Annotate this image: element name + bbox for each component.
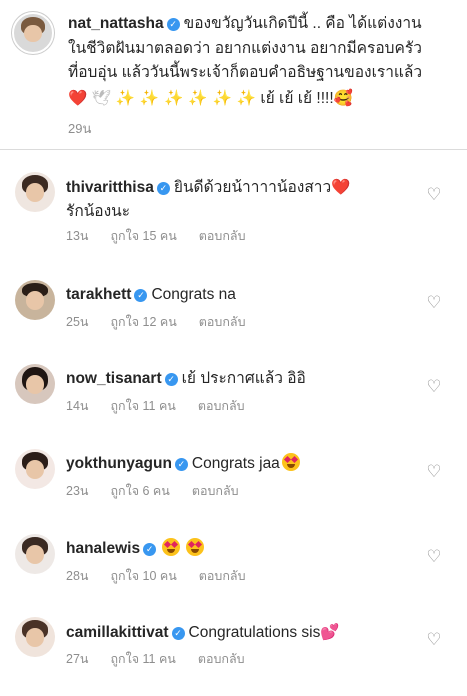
like-heart-icon[interactable]: ♡ <box>425 463 443 481</box>
comment-item: yokthunyagun ✓ Congrats jaa 23น ถูกใจ 6 คน ต… <box>0 449 467 539</box>
comment-avatar[interactable] <box>15 172 55 212</box>
heart-eyes-emoji-icon <box>186 538 205 556</box>
like-heart-icon[interactable]: ♡ <box>425 294 443 312</box>
comment-body-line-2: รักน้องนะ <box>66 203 131 220</box>
comment-likes[interactable]: ถูกใจ 11 คน <box>110 399 175 413</box>
comment-text: thivaritthisa ✓ ยินดีด้วยน้าาาาน้องสาว❤️ ร… <box>66 175 406 224</box>
comment-body: ยินดีด้วยน้าาาาน้องสาว <box>173 179 332 196</box>
like-heart-icon[interactable]: ♡ <box>425 631 443 649</box>
comment-time: 13น <box>66 229 89 243</box>
red-heart-emoji-icon: ❤️ <box>68 88 88 107</box>
comment-avatar[interactable] <box>15 534 55 574</box>
heart-eyes-emoji-icon <box>281 453 300 471</box>
comment-avatar[interactable] <box>15 280 55 320</box>
reply-button[interactable]: ตอบกลับ <box>199 569 246 583</box>
comment-meta: 14น ถูกใจ 11 คน ตอบกลับ <box>66 396 267 416</box>
comment-item: hanalewis ✓ 28น ถูกใจ 10 คน ตอบกลับ ♡ <box>0 534 467 624</box>
comment-meta: 13น ถูกใจ 15 คน ตอบกลับ <box>66 226 268 246</box>
sparkles-emoji-icon: ✨ ✨ ✨ ✨ ✨ ✨ <box>115 88 257 107</box>
comment-item: tarakhett ✓ Congrats na 25น ถูกใจ 12 คน ตอบก… <box>0 280 467 370</box>
comment-likes[interactable]: ถูกใจ 10 คน <box>110 569 176 583</box>
comment-body: Congrats na <box>151 286 236 303</box>
comment-likes[interactable]: ถูกใจ 6 คน <box>110 484 169 498</box>
verified-badge-icon: ✓ <box>174 458 188 471</box>
caption-line-3: ที่อบอุ่น แล้ววันนี้พระเจ้าก็ตอบคำอธิษฐา… <box>68 64 423 81</box>
comment-avatar[interactable] <box>15 617 55 657</box>
comment-item: thivaritthisa ✓ ยินดีด้วยน้าาาาน้องสาว❤️ ร… <box>0 172 467 262</box>
comment-time: 28น <box>66 569 89 583</box>
comment-likes[interactable]: ถูกใจ 11 คน <box>110 652 175 666</box>
comment-username[interactable]: thivaritthisa <box>66 179 154 196</box>
caption-avatar[interactable] <box>12 12 54 54</box>
caption-timestamp: 29น <box>68 121 92 136</box>
verified-badge-icon: ✓ <box>143 543 157 556</box>
reply-button[interactable]: ตอบกลับ <box>199 229 246 243</box>
reply-button[interactable]: ตอบกลับ <box>198 652 245 666</box>
comment-username[interactable]: camillakittivat <box>66 624 169 641</box>
comment-meta: 28น ถูกใจ 10 คน ตอบกลับ <box>66 566 268 586</box>
comment-body: เย้ ประกาศแล้ว อิอิ <box>181 370 306 387</box>
comment-text: hanalewis ✓ <box>66 537 406 561</box>
dove-emoji-icon: 🕊 <box>91 88 112 107</box>
like-heart-icon[interactable]: ♡ <box>425 186 443 204</box>
comment-likes[interactable]: ถูกใจ 12 คน <box>110 315 176 329</box>
comment-avatar[interactable] <box>15 364 55 404</box>
like-heart-icon[interactable]: ♡ <box>425 548 443 566</box>
verified-badge-icon: ✓ <box>164 373 178 386</box>
verified-badge-icon: ✓ <box>171 627 185 640</box>
comment-text: camillakittivat ✓ Congratulations sis💕 <box>66 620 406 645</box>
like-heart-icon[interactable]: ♡ <box>425 378 443 396</box>
reply-button[interactable]: ตอบกลับ <box>192 484 239 498</box>
reply-button[interactable]: ตอบกลับ <box>198 399 245 413</box>
verified-badge-icon: ✓ <box>156 182 170 195</box>
comment-time: 25น <box>66 315 89 329</box>
caption-tail-text: เย้ เย้ เย้ !!!! <box>260 89 334 107</box>
two-hearts-emoji-icon: 💕 <box>320 623 340 641</box>
comment-likes[interactable]: ถูกใจ 15 คน <box>110 229 176 243</box>
comment-time: 27น <box>66 652 89 666</box>
comment-body: Congratulations sis <box>188 624 321 641</box>
comment-text: tarakhett ✓ Congrats na <box>66 283 406 307</box>
reply-button[interactable]: ตอบกลับ <box>199 315 246 329</box>
comment-item: camillakittivat ✓ Congratulations sis💕 27น… <box>0 617 467 696</box>
comment-username[interactable]: tarakhett <box>66 286 131 303</box>
blush-emoji-icon: 🥰 <box>333 88 353 107</box>
verified-badge-icon: ✓ <box>166 18 180 31</box>
heart-eyes-emoji-icon <box>162 538 181 556</box>
caption-line-1: ของขวัญวันเกิดปีนี้ .. คือ ได้แต่งงาน <box>183 15 422 32</box>
comment-meta: 27น ถูกใจ 11 คน ตอบกลับ <box>66 649 267 669</box>
caption-line-2: ในชีวิตฝันมาตลอดว่า อยากแต่งงาน อยากมีคร… <box>68 39 422 57</box>
comment-username[interactable]: hanalewis <box>66 540 140 557</box>
caption-text: nat_nattasha ✓ ของขวัญวันเกิดปีนี้ .. คือ … <box>68 12 460 111</box>
comment-meta: 23น ถูกใจ 6 คน ตอบกลับ <box>66 481 261 501</box>
comment-item: now_tisanart ✓ เย้ ประกาศแล้ว อิอิ 14น ถูกใ… <box>0 364 467 454</box>
comment-text: yokthunyagun ✓ Congrats jaa <box>66 452 406 476</box>
comment-username[interactable]: now_tisanart <box>66 370 162 387</box>
comment-time: 23น <box>66 484 89 498</box>
verified-badge-icon: ✓ <box>134 289 148 302</box>
comment-text: now_tisanart ✓ เย้ ประกาศแล้ว อิอิ <box>66 367 406 391</box>
post-caption: nat_nattasha ✓ ของขวัญวันเกิดปีนี้ .. คือ … <box>0 0 467 150</box>
comment-username[interactable]: yokthunyagun <box>66 455 172 472</box>
comment-body: Congrats jaa <box>191 455 280 472</box>
red-heart-emoji-icon: ❤️ <box>331 178 351 196</box>
comment-time: 14น <box>66 399 89 413</box>
caption-username[interactable]: nat_nattasha <box>68 15 164 32</box>
comment-meta: 25น ถูกใจ 12 คน ตอบกลับ <box>66 312 268 332</box>
comment-avatar[interactable] <box>15 449 55 489</box>
